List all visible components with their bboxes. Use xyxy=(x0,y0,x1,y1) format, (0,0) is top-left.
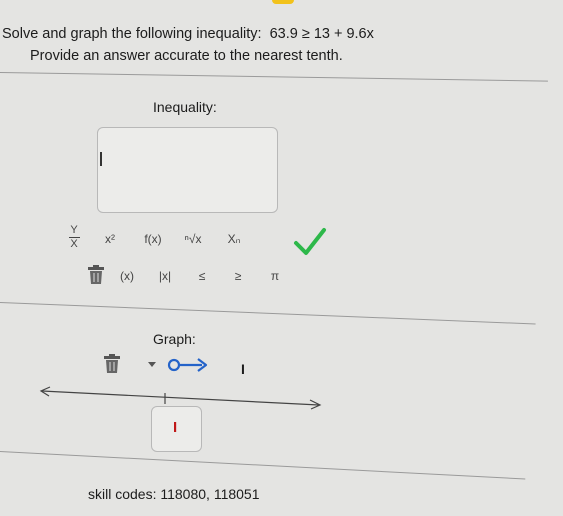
graph-trash-icon[interactable] xyxy=(103,354,121,374)
trash-icon[interactable] xyxy=(87,265,105,285)
root-button[interactable]: ⁿ√x xyxy=(179,226,207,252)
graph-point-value: I xyxy=(173,419,178,436)
less-equal-icon: ≤ xyxy=(198,269,206,283)
ray-tool-selector[interactable] xyxy=(144,353,220,379)
parentheses-icon: (x) xyxy=(120,269,134,283)
divider-middle xyxy=(0,302,536,325)
greater-equal-button[interactable]: ≥ xyxy=(224,263,252,289)
problem-inequality: 63.9 ≥ 13 + 9.6x xyxy=(269,26,374,42)
text-cursor xyxy=(100,152,102,166)
inequality-answer-input[interactable] xyxy=(97,127,278,213)
inequality-label: Inequality: xyxy=(153,99,217,115)
exponent-icon: x² xyxy=(105,232,115,246)
subscript-button[interactable]: Xₙ xyxy=(220,226,248,252)
problem-statement: Solve and graph the following inequality… xyxy=(2,26,374,42)
problem-instruction: Provide an answer accurate to the neares… xyxy=(30,48,343,64)
graph-cursor-mark: I xyxy=(241,361,245,377)
absolute-value-button[interactable]: |x| xyxy=(151,263,179,289)
parentheses-button[interactable]: (x) xyxy=(113,263,141,289)
greater-equal-icon: ≥ xyxy=(234,269,242,283)
divider-bottom xyxy=(0,451,526,480)
skill-codes: skill codes: 118080, 118051 xyxy=(88,486,260,502)
subscript-icon: Xₙ xyxy=(227,232,241,246)
exponent-button[interactable]: x² xyxy=(96,226,124,252)
divider-top xyxy=(0,72,548,82)
absolute-value-icon: |x| xyxy=(158,269,172,283)
check-icon[interactable] xyxy=(292,227,328,257)
open-circle-icon xyxy=(167,358,181,372)
pi-button[interactable]: π xyxy=(261,263,289,289)
top-flag xyxy=(272,0,294,4)
graph-point-input[interactable]: I xyxy=(151,406,202,452)
less-equal-button[interactable]: ≤ xyxy=(188,263,216,289)
function-button[interactable]: f(x) xyxy=(139,226,167,252)
fraction-icon: YX xyxy=(68,223,80,250)
graph-label: Graph: xyxy=(153,331,196,347)
fraction-button[interactable]: YX xyxy=(60,224,88,250)
function-icon: f(x) xyxy=(144,232,162,246)
root-icon: ⁿ√x xyxy=(184,232,202,246)
problem-prompt: Solve and graph the following inequality… xyxy=(2,26,262,42)
chevron-down-icon xyxy=(148,362,156,367)
pi-icon: π xyxy=(270,269,280,283)
